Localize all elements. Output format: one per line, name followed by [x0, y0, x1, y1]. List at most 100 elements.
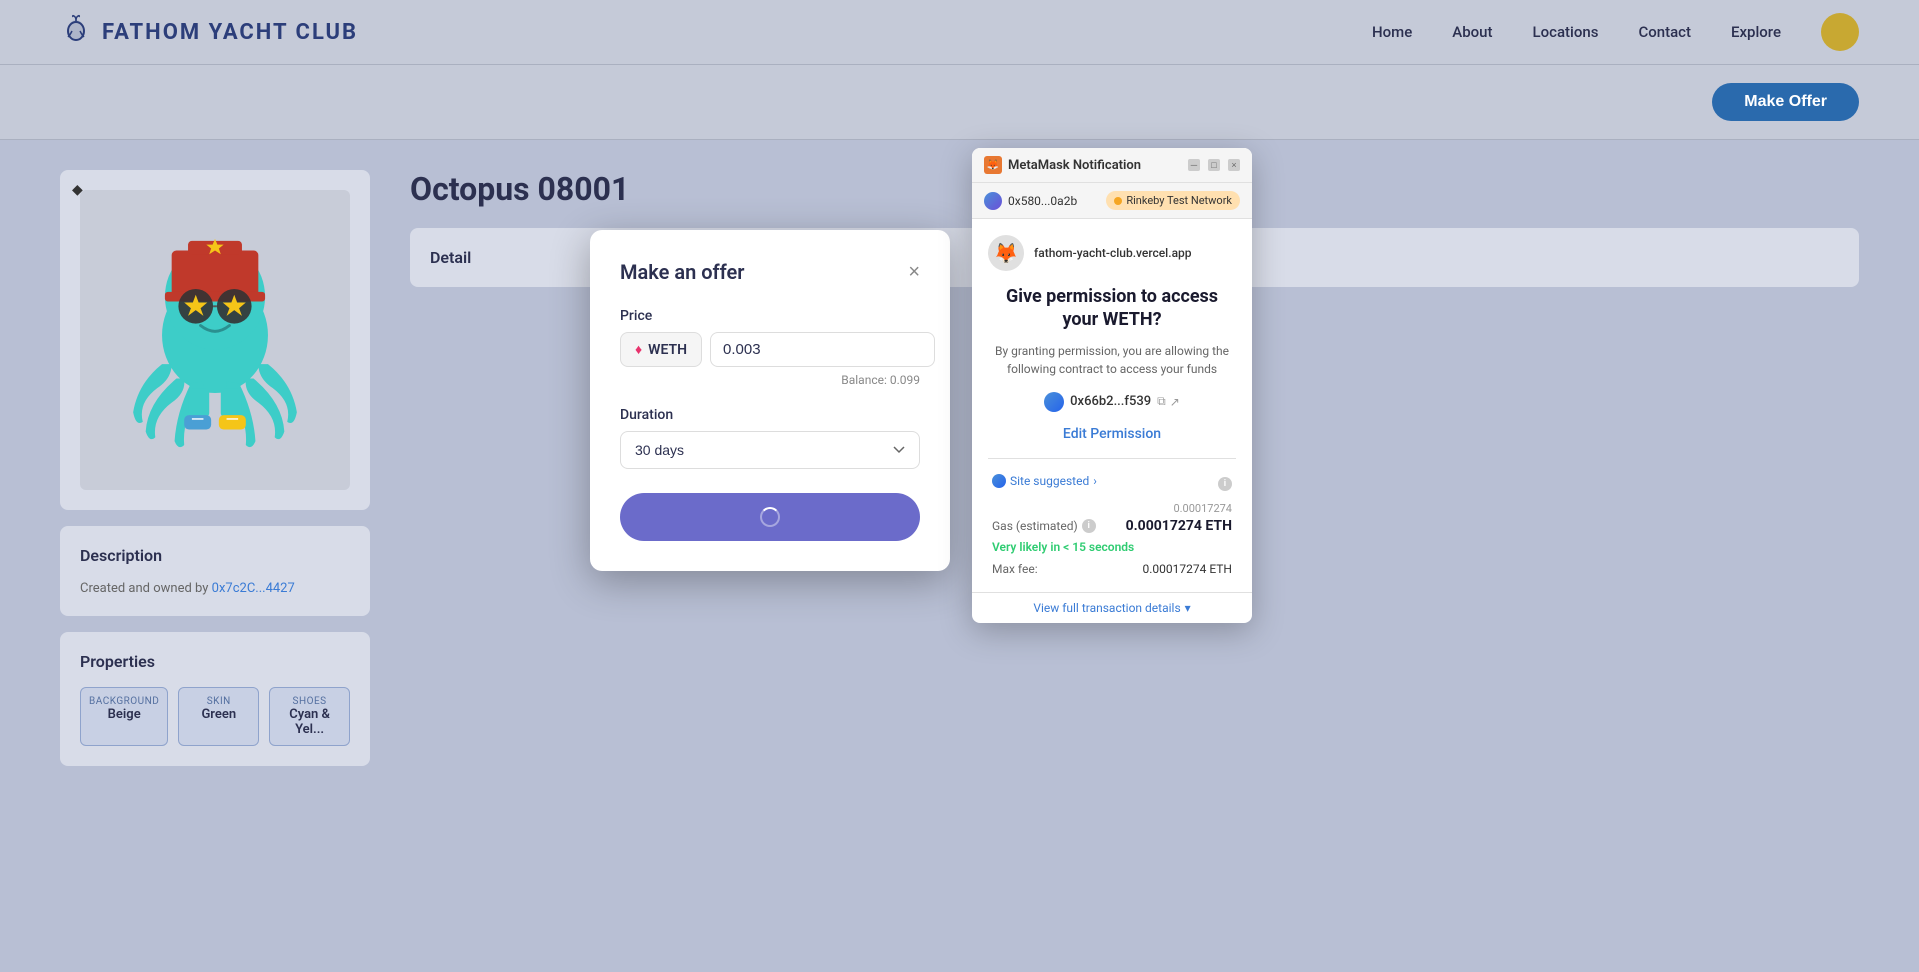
- nav-contact[interactable]: Contact: [1638, 23, 1691, 41]
- properties-card: Properties BACKGROUND Beige SKIN Green S…: [60, 632, 370, 766]
- price-label: Price: [620, 308, 920, 324]
- loading-spinner: [760, 507, 780, 527]
- mm-info-icon-container: i: [1218, 471, 1232, 491]
- mm-gas-info-icon: i: [1082, 519, 1096, 533]
- modal-close-button[interactable]: ×: [908, 262, 920, 282]
- offer-modal-header: Make an offer ×: [620, 260, 920, 284]
- weth-label: WETH: [648, 342, 687, 358]
- main-content: ◆: [0, 140, 1919, 796]
- nft-image-card: ◆: [60, 170, 370, 510]
- description-text: Created and owned by 0x7c2C...4427: [80, 581, 350, 596]
- mm-site-suggested[interactable]: Site suggested ›: [992, 474, 1097, 488]
- submit-offer-button[interactable]: [620, 493, 920, 541]
- prop-background-label: BACKGROUND: [89, 696, 159, 707]
- mm-address-text: 0x580...0a2b: [1008, 194, 1077, 208]
- duration-select[interactable]: 1 day 3 days 7 days 30 days 90 days: [620, 431, 920, 469]
- mm-network-badge: Rinkeby Test Network: [1106, 191, 1240, 210]
- navbar: FATHOM YACHT CLUB Home About Locations C…: [0, 0, 1919, 65]
- prop-shoes-value: Cyan & Yel...: [278, 707, 341, 737]
- nav-links: Home About Locations Contact Explore: [1372, 13, 1859, 51]
- mm-chevron-down-icon: ▾: [1185, 601, 1191, 615]
- user-avatar[interactable]: [1821, 13, 1859, 51]
- mm-title-left: 🦊 MetaMask Notification: [984, 156, 1141, 174]
- eth-icon: ◆: [72, 182, 83, 198]
- mm-gas-section: Site suggested › i 0.00017274 Gas (estim…: [988, 471, 1236, 576]
- mm-site-icon-small: [992, 474, 1006, 488]
- properties-grid: BACKGROUND Beige SKIN Green SHOES Cyan &…: [80, 687, 350, 746]
- mm-divider: [988, 458, 1236, 459]
- mm-network-text: Rinkeby Test Network: [1126, 194, 1232, 207]
- mm-contract-icon: [1044, 392, 1064, 412]
- mm-view-details-link[interactable]: View full transaction details ▾: [1033, 601, 1190, 615]
- nav-about[interactable]: About: [1452, 23, 1492, 41]
- mm-likely-text: Very likely in < 15 seconds: [992, 540, 1134, 554]
- mm-likely-row: Very likely in < 15 seconds: [992, 540, 1232, 554]
- mm-footer: View full transaction details ▾: [972, 592, 1252, 623]
- prop-shoes-label: SHOES: [278, 696, 341, 707]
- mm-minimize-button[interactable]: ─: [1188, 159, 1200, 171]
- metamask-fox-icon: 🦊: [984, 156, 1002, 174]
- prop-shoes: SHOES Cyan & Yel...: [269, 687, 350, 746]
- nft-image: [80, 190, 350, 490]
- mm-max-fee-row: Max fee: 0.00017274 ETH: [992, 562, 1232, 576]
- mm-view-details-text: View full transaction details: [1033, 601, 1180, 615]
- price-input[interactable]: [710, 332, 935, 367]
- prop-background: BACKGROUND Beige: [80, 687, 168, 746]
- mm-gas-amount: 0.00017274: [1173, 502, 1232, 515]
- mm-contract-address: 0x66b2...f539: [1070, 394, 1151, 409]
- metamask-popup: 🦊 MetaMask Notification ─ □ × 0x580...0a…: [972, 148, 1252, 623]
- logo-icon: [60, 13, 92, 52]
- mm-body: 🦊 fathom-yacht-club.vercel.app Give perm…: [972, 219, 1252, 592]
- mm-main-title: Give permission to access your WETH?: [988, 285, 1236, 332]
- owner-address-link[interactable]: 0x7c2C...4427: [212, 581, 295, 596]
- mm-contract-row: 0x66b2...f539 ⧉ ↗: [988, 392, 1236, 412]
- duration-label: Duration: [620, 407, 920, 423]
- make-offer-button[interactable]: Make Offer: [1712, 83, 1859, 121]
- mm-max-fee-label: Max fee:: [992, 562, 1038, 576]
- mm-gas-label-row: Gas (estimated) i 0.00017274 ETH: [992, 518, 1232, 534]
- mm-site-row: 🦊 fathom-yacht-club.vercel.app: [988, 235, 1236, 271]
- mm-site-name: fathom-yacht-club.vercel.app: [1034, 246, 1192, 260]
- nav-explore[interactable]: Explore: [1731, 23, 1781, 41]
- offer-modal-title: Make an offer: [620, 260, 744, 284]
- mm-gas-site-suggested-row: Site suggested › i: [992, 471, 1232, 491]
- logo-text: FATHOM YACHT CLUB: [102, 20, 358, 45]
- prop-skin: SKIN Green: [178, 687, 259, 746]
- offer-bar: Make Offer: [0, 65, 1919, 140]
- mm-max-fee-value: 0.00017274 ETH: [1143, 562, 1233, 576]
- mm-gas-label: Gas (estimated) i: [992, 519, 1096, 533]
- mm-contract-actions: ⧉ ↗: [1157, 394, 1180, 409]
- weth-diamond-icon: ♦: [635, 341, 642, 358]
- prop-background-value: Beige: [89, 707, 159, 722]
- mm-header: 0x580...0a2b Rinkeby Test Network: [972, 183, 1252, 219]
- nav-locations[interactable]: Locations: [1533, 23, 1599, 41]
- mm-copy-address-button[interactable]: ⧉: [1157, 394, 1166, 409]
- weth-badge: ♦ WETH: [620, 332, 702, 367]
- mm-network-dot: [1114, 197, 1122, 205]
- properties-heading: Properties: [80, 652, 350, 671]
- nav-home[interactable]: Home: [1372, 23, 1412, 41]
- mm-description: By granting permission, you are allowing…: [988, 342, 1236, 378]
- mm-external-link-button[interactable]: ↗: [1170, 394, 1180, 409]
- mm-close-button[interactable]: ×: [1228, 159, 1240, 171]
- balance-text: Balance: 0.099: [620, 373, 920, 387]
- mm-site-suggested-label: Site suggested: [1010, 474, 1089, 488]
- edit-permission-link[interactable]: Edit Permission: [988, 426, 1236, 442]
- prop-skin-label: SKIN: [187, 696, 250, 707]
- mm-account-icon: [984, 192, 1002, 210]
- mm-site-icon: 🦊: [988, 235, 1024, 271]
- mm-info-icon: i: [1218, 477, 1232, 491]
- description-heading: Description: [80, 546, 350, 565]
- price-row: ♦ WETH: [620, 332, 920, 367]
- mm-titlebar: 🦊 MetaMask Notification ─ □ ×: [972, 148, 1252, 183]
- description-card: Description Created and owned by 0x7c2C.…: [60, 526, 370, 616]
- nav-logo[interactable]: FATHOM YACHT CLUB: [60, 13, 358, 52]
- mm-title-text: MetaMask Notification: [1008, 158, 1141, 173]
- left-panel: ◆: [60, 170, 370, 766]
- mm-chevron-right-icon: ›: [1093, 474, 1097, 488]
- mm-gas-eth: 0.00017274 ETH: [1126, 518, 1232, 534]
- fox-emoji: 🦊: [994, 241, 1019, 265]
- mm-maximize-button[interactable]: □: [1208, 159, 1220, 171]
- offer-modal: Make an offer × Price ♦ WETH Balance: 0.…: [590, 230, 950, 571]
- mm-window-buttons: ─ □ ×: [1188, 159, 1240, 171]
